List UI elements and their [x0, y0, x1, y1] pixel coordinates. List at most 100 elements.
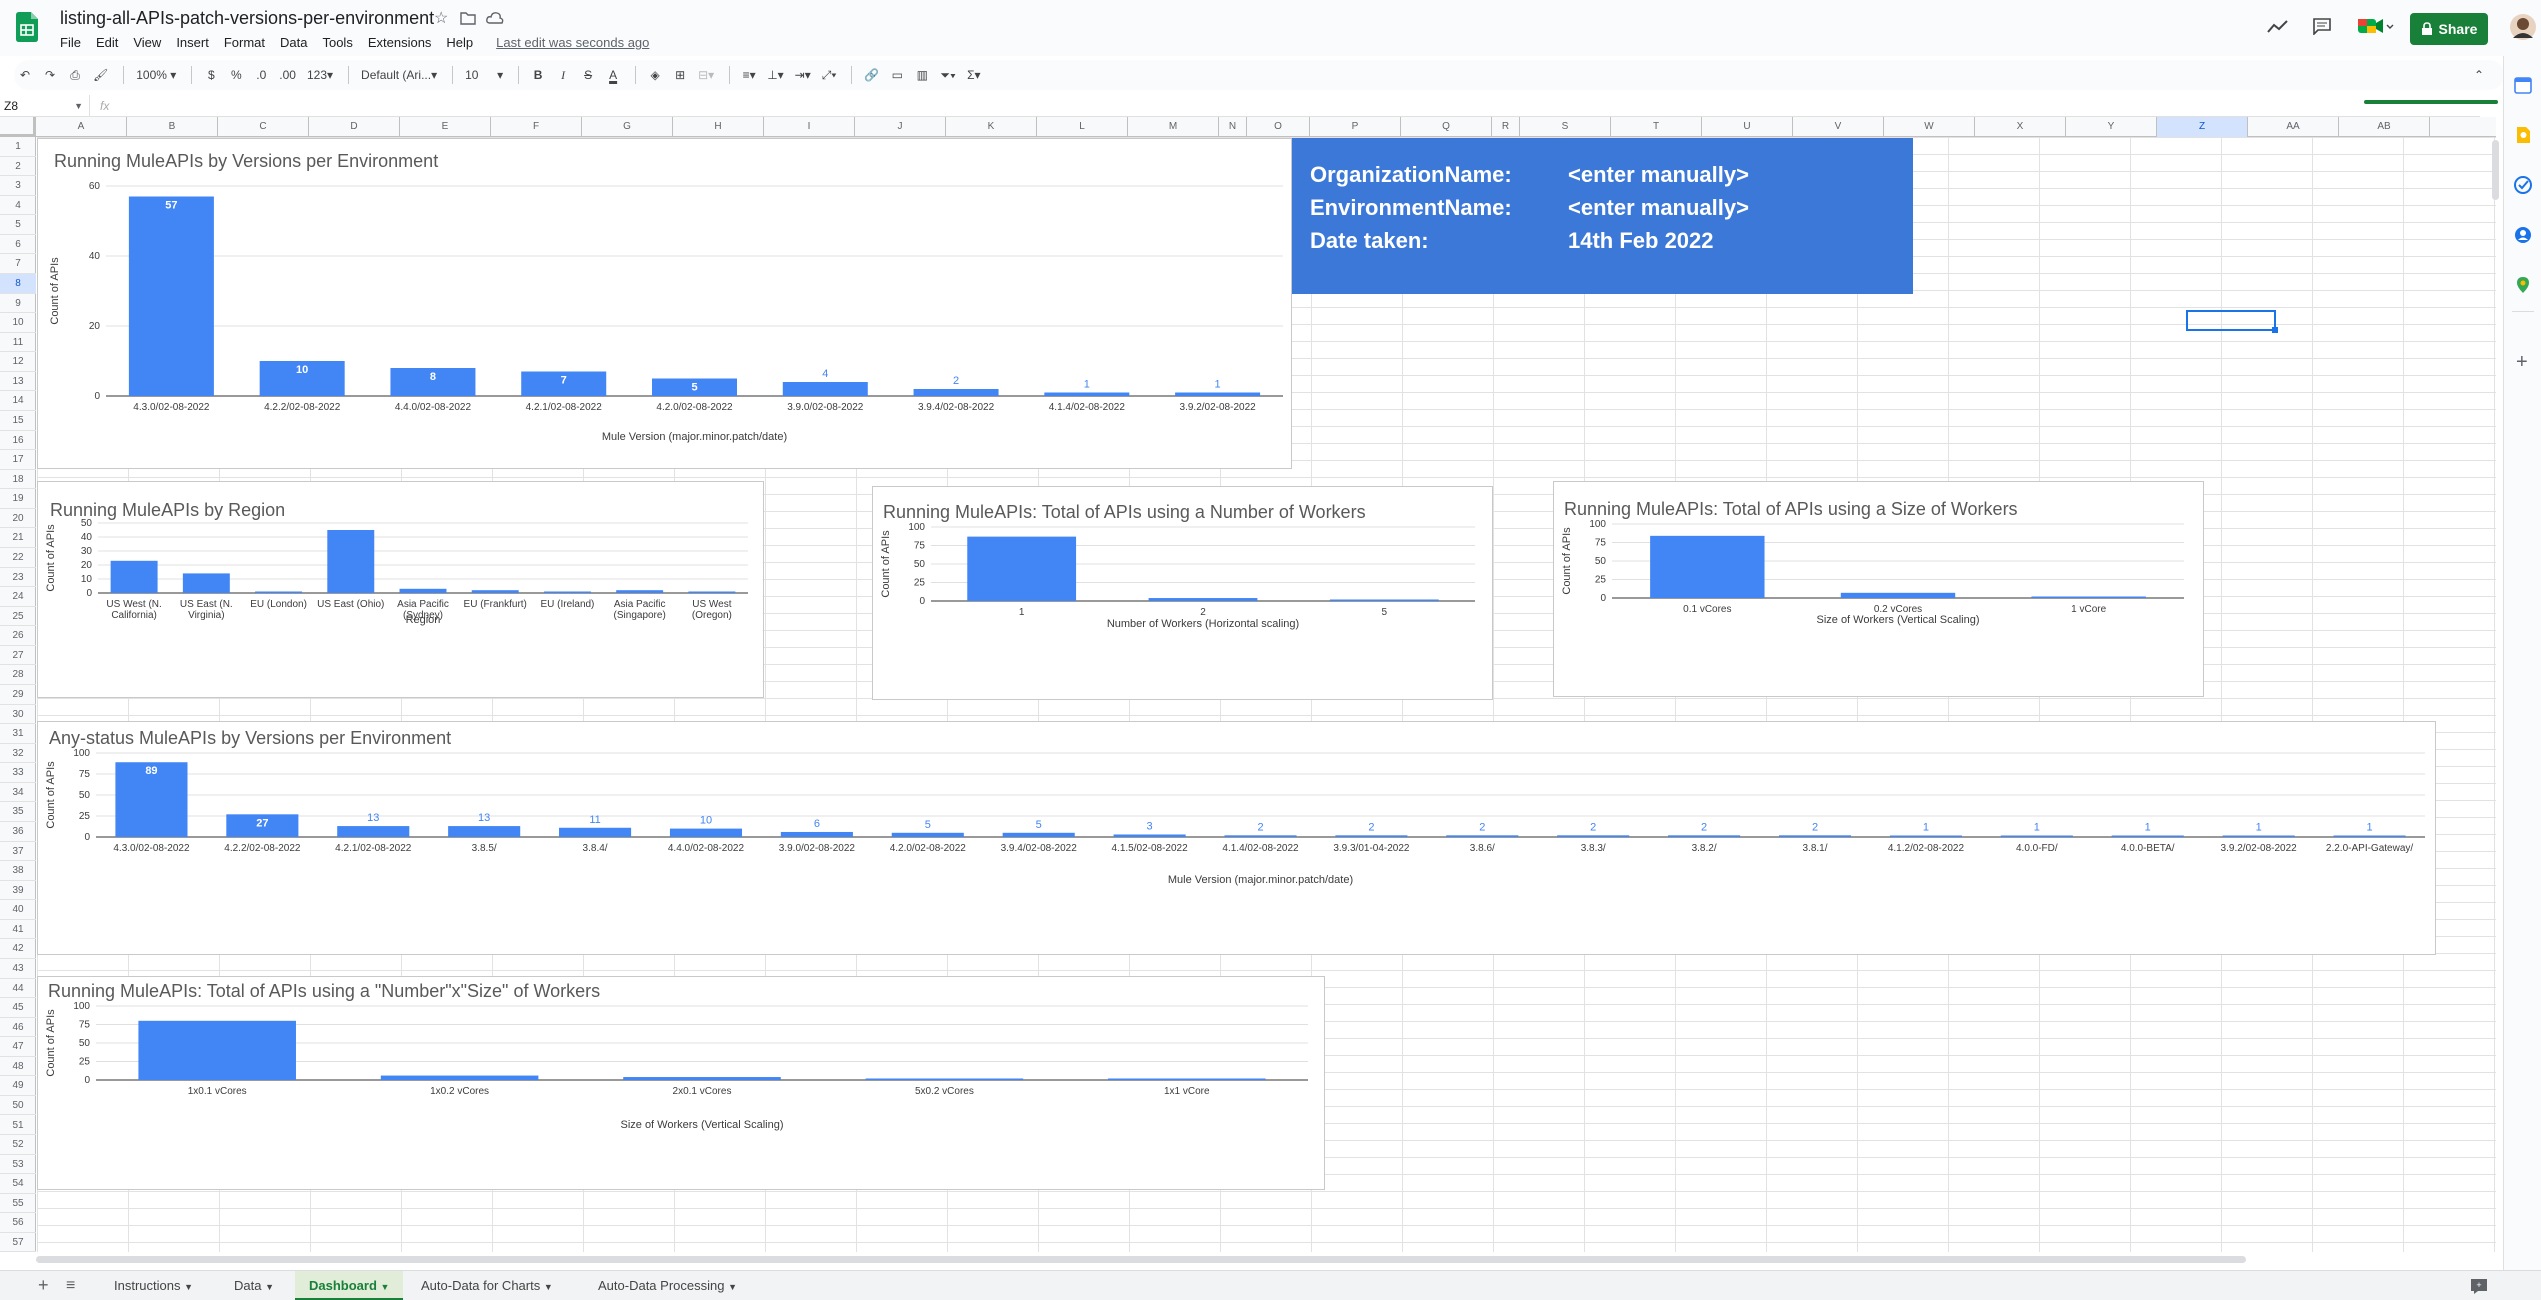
row-header-53[interactable]: 53	[0, 1155, 36, 1175]
row-header-51[interactable]: 51	[0, 1116, 36, 1136]
chart-number-x-size-workers[interactable]: Running MuleAPIs: Total of APIs using a …	[37, 976, 1325, 1190]
redo-icon[interactable]: ↷	[39, 63, 61, 87]
column-header-y[interactable]: Y	[2066, 117, 2157, 137]
menu-edit[interactable]: Edit	[96, 35, 118, 50]
column-header-t[interactable]: T	[1611, 117, 1702, 137]
column-header-h[interactable]: H	[673, 117, 764, 137]
row-header-12[interactable]: 12	[0, 352, 36, 372]
italic-button[interactable]: I	[552, 63, 574, 87]
column-header-u[interactable]: U	[1702, 117, 1793, 137]
maps-icon[interactable]	[2514, 276, 2532, 294]
column-header-c[interactable]: C	[218, 117, 309, 137]
column-header-z[interactable]: Z	[2157, 117, 2248, 137]
column-header-ab[interactable]: AB	[2339, 117, 2430, 137]
formula-input[interactable]	[119, 95, 2480, 116]
column-header-m[interactable]: M	[1128, 117, 1219, 137]
cloud-status-icon[interactable]	[486, 11, 504, 25]
name-box[interactable]: Z8 ▼	[0, 95, 90, 116]
borders-icon[interactable]: ⊞	[669, 63, 691, 87]
environment-value[interactable]: <enter manually>	[1568, 195, 1749, 221]
percent-button[interactable]: %	[225, 63, 247, 87]
row-header-46[interactable]: 46	[0, 1018, 36, 1038]
row-header-18[interactable]: 18	[0, 470, 36, 490]
row-header-50[interactable]: 50	[0, 1096, 36, 1116]
row-header-43[interactable]: 43	[0, 959, 36, 979]
comments-icon[interactable]	[2312, 17, 2332, 35]
row-header-13[interactable]: 13	[0, 372, 36, 392]
column-header-x[interactable]: X	[1975, 117, 2066, 137]
column-header-j[interactable]: J	[855, 117, 946, 137]
column-header-p[interactable]: P	[1310, 117, 1401, 137]
organization-value[interactable]: <enter manually>	[1568, 162, 1749, 188]
meet-icon[interactable]	[2356, 14, 2394, 38]
insert-link-icon[interactable]: 🔗	[860, 63, 883, 87]
row-header-40[interactable]: 40	[0, 900, 36, 920]
column-header-l[interactable]: L	[1037, 117, 1128, 137]
contacts-icon[interactable]	[2514, 226, 2532, 244]
more-formats-button[interactable]: 123 ▾	[303, 63, 337, 87]
row-header-34[interactable]: 34	[0, 783, 36, 803]
add-addon-icon[interactable]: +	[2516, 351, 2528, 374]
row-header-21[interactable]: 21	[0, 528, 36, 548]
menu-tools[interactable]: Tools	[322, 35, 352, 50]
all-sheets-icon[interactable]: ≡	[66, 1277, 75, 1295]
row-header-56[interactable]: 56	[0, 1213, 36, 1233]
currency-button[interactable]: $	[200, 63, 222, 87]
menu-extensions[interactable]: Extensions	[368, 35, 432, 50]
collapse-toolbar-icon[interactable]: ⌃	[2468, 63, 2490, 87]
menu-file[interactable]: File	[60, 35, 81, 50]
column-header-a[interactable]: A	[36, 117, 127, 137]
column-header-s[interactable]: S	[1520, 117, 1611, 137]
row-header-35[interactable]: 35	[0, 802, 36, 822]
row-header-36[interactable]: 36	[0, 822, 36, 842]
row-header-28[interactable]: 28	[0, 665, 36, 685]
horizontal-scrollbar[interactable]	[36, 1256, 2246, 1263]
row-header-17[interactable]: 17	[0, 450, 36, 470]
row-header-25[interactable]: 25	[0, 607, 36, 627]
tab-dashboard[interactable]: Dashboard ▼	[295, 1271, 404, 1300]
paint-format-icon[interactable]: 🖌	[89, 63, 112, 87]
row-header-55[interactable]: 55	[0, 1194, 36, 1214]
menu-format[interactable]: Format	[224, 35, 265, 50]
undo-icon[interactable]: ↶	[14, 63, 36, 87]
column-header-e[interactable]: E	[400, 117, 491, 137]
row-header-20[interactable]: 20	[0, 509, 36, 529]
tab-auto-data-processing[interactable]: Auto-Data Processing ▼	[584, 1271, 751, 1300]
row-header-11[interactable]: 11	[0, 333, 36, 353]
row-header-38[interactable]: 38	[0, 861, 36, 881]
last-edit-link[interactable]: Last edit was seconds ago	[496, 35, 649, 50]
row-header-9[interactable]: 9	[0, 294, 36, 314]
decrease-decimal-button[interactable]: .0	[250, 63, 272, 87]
column-header-k[interactable]: K	[946, 117, 1037, 137]
row-header-31[interactable]: 31	[0, 724, 36, 744]
vertical-align-icon[interactable]: ⊥▾	[763, 63, 787, 87]
row-header-3[interactable]: 3	[0, 176, 36, 196]
selected-cell-z8[interactable]	[2186, 310, 2278, 333]
explore-icon[interactable]: +	[2470, 1278, 2488, 1294]
row-header-37[interactable]: 37	[0, 842, 36, 862]
row-header-1[interactable]: 1	[0, 137, 36, 157]
text-rotation-icon[interactable]: ⤢▾	[818, 63, 841, 87]
tab-auto-data-for-charts[interactable]: Auto-Data for Charts ▼	[407, 1271, 567, 1300]
column-header-f[interactable]: F	[491, 117, 582, 137]
row-header-49[interactable]: 49	[0, 1076, 36, 1096]
row-header-27[interactable]: 27	[0, 646, 36, 666]
row-header-16[interactable]: 16	[0, 431, 36, 451]
row-header-14[interactable]: 14	[0, 391, 36, 411]
row-header-7[interactable]: 7	[0, 254, 36, 274]
document-title[interactable]: listing-all-APIs-patch-versions-per-envi…	[60, 8, 434, 29]
strikethrough-button[interactable]: S	[577, 63, 599, 87]
menu-view[interactable]: View	[133, 35, 161, 50]
share-button[interactable]: Share	[2410, 13, 2488, 45]
calendar-icon[interactable]	[2514, 76, 2532, 94]
row-header-33[interactable]: 33	[0, 763, 36, 783]
move-folder-icon[interactable]	[460, 11, 476, 25]
font-select[interactable]: Default (Ari... ▾	[357, 63, 441, 87]
select-all-corner[interactable]	[0, 117, 36, 137]
chart-region[interactable]: Running MuleAPIs by Region 0 10 20 30 40 50 US …	[37, 481, 764, 698]
info-box[interactable]: OrganizationName: <enter manually> Enviro…	[1292, 138, 1913, 294]
insert-chart-icon[interactable]: ▥	[911, 63, 933, 87]
row-header-26[interactable]: 26	[0, 626, 36, 646]
row-header-5[interactable]: 5	[0, 215, 36, 235]
row-header-44[interactable]: 44	[0, 979, 36, 999]
